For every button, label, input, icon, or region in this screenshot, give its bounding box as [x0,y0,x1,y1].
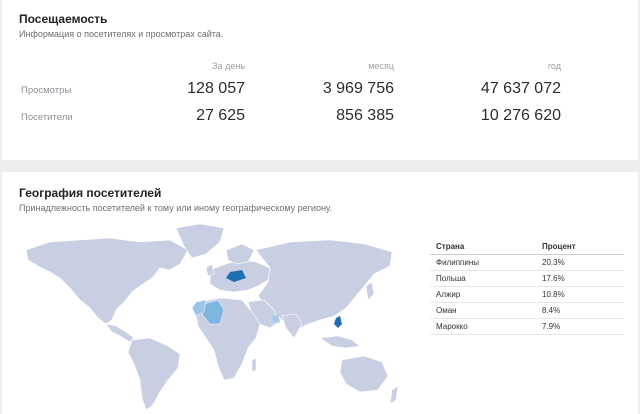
map-australia[interactable] [339,355,389,393]
map-uk[interactable] [205,263,215,277]
header-country: Страна [430,238,536,255]
traffic-title: Посещаемость [19,12,108,26]
row-label-visitors: Посетители [21,112,73,123]
map-indonesia[interactable] [319,335,361,349]
map-south-america[interactable] [127,337,181,411]
visitors-year: 10 276 620 [480,107,561,124]
map-north-america[interactable] [25,237,189,325]
map-japan[interactable] [365,281,375,301]
traffic-card: Посещаемость Информация о посетителях и … [2,0,638,160]
table-row: Польша 17.6% [430,270,624,287]
views-day: 128 057 [187,80,245,97]
country-table: Страна Процент Филиппины 20.3% Польша 17… [430,238,624,335]
country-name: Алжир [430,286,536,303]
traffic-subtitle: Информация о посетителях и просмотрах са… [19,29,224,39]
country-percent: 10.8% [536,286,624,303]
column-header-month: месяц [368,61,394,71]
country-percent: 7.9% [536,318,624,335]
visitors-day: 27 625 [196,107,245,124]
header-percent: Процент [536,238,624,255]
views-month: 3 969 756 [322,80,394,97]
table-row: Алжир 10.8% [430,286,624,303]
country-percent: 8.4% [536,302,624,319]
geography-subtitle: Принадлежность посетителей к тому или ин… [19,203,333,213]
map-philippines[interactable] [334,316,342,328]
visitors-month: 856 385 [336,107,394,124]
country-name: Польша [430,270,536,287]
map-new-zealand[interactable] [389,385,399,405]
table-row: Оман 8.4% [430,302,624,319]
map-madagascar[interactable] [251,357,257,373]
country-name: Марокко [430,318,536,335]
table-row: Филиппины 20.3% [430,254,624,271]
map-central-america[interactable] [105,323,135,343]
world-map[interactable] [20,220,400,414]
table-row: Марокко 7.9% [430,318,624,335]
country-name: Филиппины [430,254,536,271]
views-year: 47 637 072 [480,80,561,97]
country-percent: 20.3% [536,254,624,271]
column-header-day: За день [212,61,245,71]
column-header-year: год [547,61,561,71]
geography-title: География посетителей [19,186,162,200]
country-table-header: Страна Процент [430,238,624,255]
country-name: Оман [430,302,536,319]
country-percent: 17.6% [536,270,624,287]
row-label-views: Просмотры [21,85,72,96]
